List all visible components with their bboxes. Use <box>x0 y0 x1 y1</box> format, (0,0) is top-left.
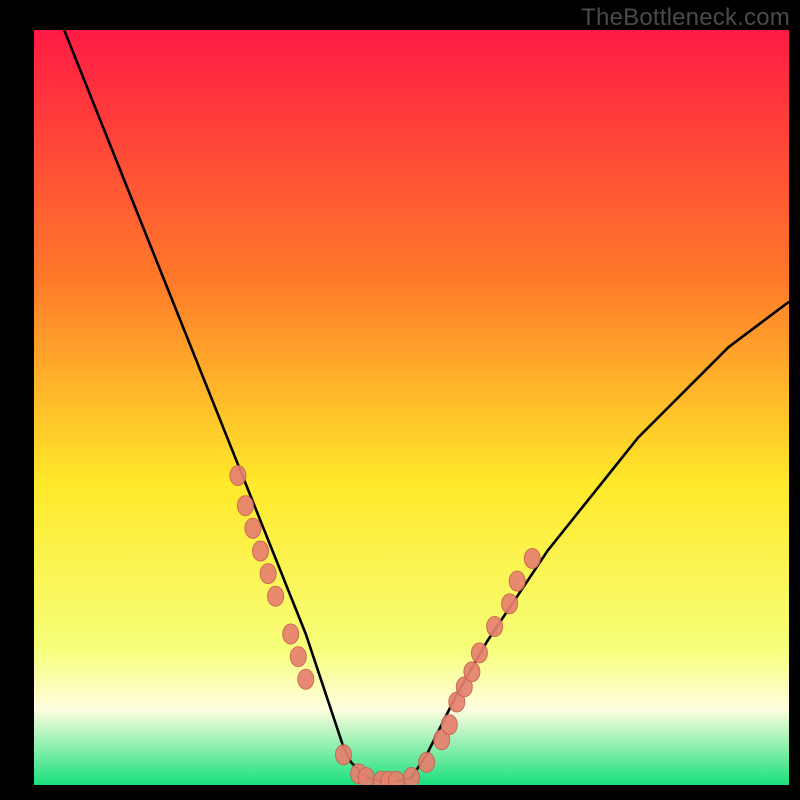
plot-area <box>34 30 789 785</box>
data-marker <box>290 647 306 667</box>
data-marker <box>358 768 374 786</box>
gradient-background <box>34 30 789 785</box>
data-marker <box>471 643 487 663</box>
data-marker <box>419 752 435 772</box>
data-marker <box>441 715 457 735</box>
data-marker <box>464 662 480 682</box>
data-marker <box>260 564 276 584</box>
data-marker <box>237 496 253 516</box>
data-marker <box>509 571 525 591</box>
data-marker <box>487 617 503 637</box>
bottleneck-plot <box>34 30 789 785</box>
data-marker <box>245 518 261 538</box>
data-marker <box>298 669 314 689</box>
watermark-label: TheBottleneck.com <box>581 4 790 32</box>
data-marker <box>404 768 420 786</box>
data-marker <box>230 466 246 486</box>
data-marker <box>524 549 540 569</box>
data-marker <box>502 594 518 614</box>
data-marker <box>253 541 269 561</box>
data-marker <box>336 745 352 765</box>
data-marker <box>283 624 299 644</box>
data-marker <box>268 586 284 606</box>
chart-frame: TheBottleneck.com <box>0 0 800 800</box>
